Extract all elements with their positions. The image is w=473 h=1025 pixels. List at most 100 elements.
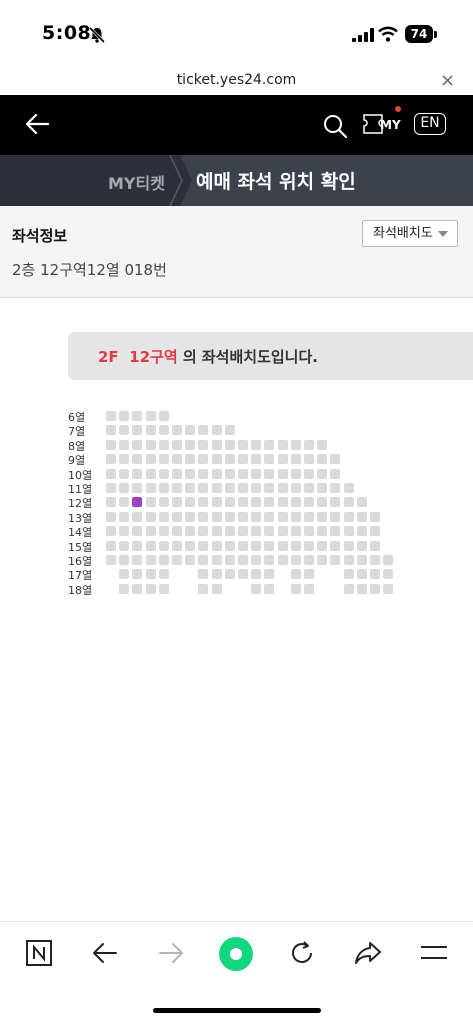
seat[interactable] xyxy=(277,454,288,465)
seat[interactable] xyxy=(304,569,314,580)
seat-layout-button[interactable]: 좌석배치도 xyxy=(362,220,458,247)
seat[interactable] xyxy=(290,497,301,508)
seat[interactable] xyxy=(106,468,116,479)
seat[interactable] xyxy=(158,483,169,493)
seat[interactable] xyxy=(264,511,275,522)
seat[interactable] xyxy=(330,468,341,479)
seat[interactable] xyxy=(185,425,196,436)
seat[interactable] xyxy=(277,540,288,551)
close-icon[interactable]: × xyxy=(440,70,455,91)
seat[interactable] xyxy=(198,439,209,450)
seat[interactable] xyxy=(172,468,182,479)
seat[interactable] xyxy=(343,569,354,580)
seat[interactable] xyxy=(264,583,275,594)
seat[interactable] xyxy=(145,569,156,580)
seat[interactable] xyxy=(238,497,248,508)
seat[interactable] xyxy=(238,468,248,479)
seat[interactable] xyxy=(132,569,143,580)
seat[interactable] xyxy=(158,583,169,594)
seat[interactable] xyxy=(290,483,301,493)
seat[interactable] xyxy=(251,540,262,551)
seat[interactable] xyxy=(290,555,301,565)
seat[interactable] xyxy=(343,526,354,537)
seat[interactable] xyxy=(211,511,222,522)
seat[interactable] xyxy=(158,526,169,537)
seat[interactable] xyxy=(290,468,301,479)
seat[interactable] xyxy=(277,468,288,479)
seat[interactable] xyxy=(198,555,209,565)
browser-back-icon[interactable] xyxy=(92,942,118,964)
seat[interactable] xyxy=(264,439,275,450)
seat[interactable] xyxy=(330,483,341,493)
seat[interactable] xyxy=(343,555,354,565)
seat[interactable] xyxy=(119,483,130,493)
seat[interactable] xyxy=(145,454,156,465)
seat[interactable] xyxy=(106,511,116,522)
seat[interactable] xyxy=(119,555,130,565)
seat[interactable] xyxy=(343,511,354,522)
seat[interactable] xyxy=(119,411,130,421)
seat[interactable] xyxy=(132,555,143,565)
seat[interactable] xyxy=(224,540,235,551)
seat[interactable] xyxy=(172,555,182,565)
seat[interactable] xyxy=(172,439,182,450)
seat[interactable] xyxy=(158,425,169,436)
seat[interactable] xyxy=(106,483,116,493)
seat[interactable] xyxy=(172,511,182,522)
seat[interactable] xyxy=(317,468,328,479)
seat[interactable] xyxy=(119,511,130,522)
seat[interactable] xyxy=(185,540,196,551)
seat[interactable] xyxy=(264,468,275,479)
seat[interactable] xyxy=(224,425,235,436)
seat[interactable] xyxy=(304,454,314,465)
seat[interactable] xyxy=(145,483,156,493)
seat[interactable] xyxy=(304,497,314,508)
seat[interactable] xyxy=(145,439,156,450)
seat[interactable] xyxy=(158,454,169,465)
back-arrow-icon[interactable] xyxy=(24,113,50,135)
seat[interactable] xyxy=(158,569,169,580)
seat[interactable] xyxy=(158,439,169,450)
seat[interactable] xyxy=(172,454,182,465)
seat[interactable] xyxy=(119,540,130,551)
seat[interactable] xyxy=(277,439,288,450)
seat[interactable] xyxy=(132,468,143,479)
seat[interactable] xyxy=(277,511,288,522)
seat[interactable] xyxy=(251,555,262,565)
seat[interactable] xyxy=(119,425,130,436)
seat[interactable] xyxy=(317,454,328,465)
seat[interactable] xyxy=(172,425,182,436)
seat[interactable] xyxy=(198,497,209,508)
search-icon[interactable] xyxy=(322,113,348,139)
seat[interactable] xyxy=(211,483,222,493)
seat[interactable] xyxy=(251,569,262,580)
seat[interactable] xyxy=(185,511,196,522)
refresh-icon[interactable] xyxy=(289,940,315,966)
seat[interactable] xyxy=(317,555,328,565)
seat[interactable] xyxy=(330,511,341,522)
seat[interactable] xyxy=(264,569,275,580)
seat[interactable] xyxy=(145,540,156,551)
seat[interactable] xyxy=(185,526,196,537)
seat[interactable] xyxy=(356,555,367,565)
seat[interactable] xyxy=(132,526,143,537)
seat[interactable] xyxy=(370,555,380,565)
seat[interactable] xyxy=(158,497,169,508)
seat[interactable] xyxy=(145,468,156,479)
seat[interactable] xyxy=(251,439,262,450)
seat[interactable] xyxy=(251,454,262,465)
seat[interactable] xyxy=(198,511,209,522)
seat[interactable] xyxy=(383,555,394,565)
share-icon[interactable] xyxy=(354,940,382,966)
language-button[interactable]: EN xyxy=(414,113,446,135)
seat[interactable] xyxy=(132,454,143,465)
seat[interactable] xyxy=(145,497,156,508)
seat[interactable] xyxy=(106,425,116,436)
seat[interactable] xyxy=(238,555,248,565)
seat[interactable] xyxy=(370,526,380,537)
seat[interactable] xyxy=(211,540,222,551)
seat[interactable] xyxy=(158,411,169,421)
seat[interactable] xyxy=(198,454,209,465)
seat[interactable] xyxy=(145,425,156,436)
seat[interactable] xyxy=(343,583,354,594)
